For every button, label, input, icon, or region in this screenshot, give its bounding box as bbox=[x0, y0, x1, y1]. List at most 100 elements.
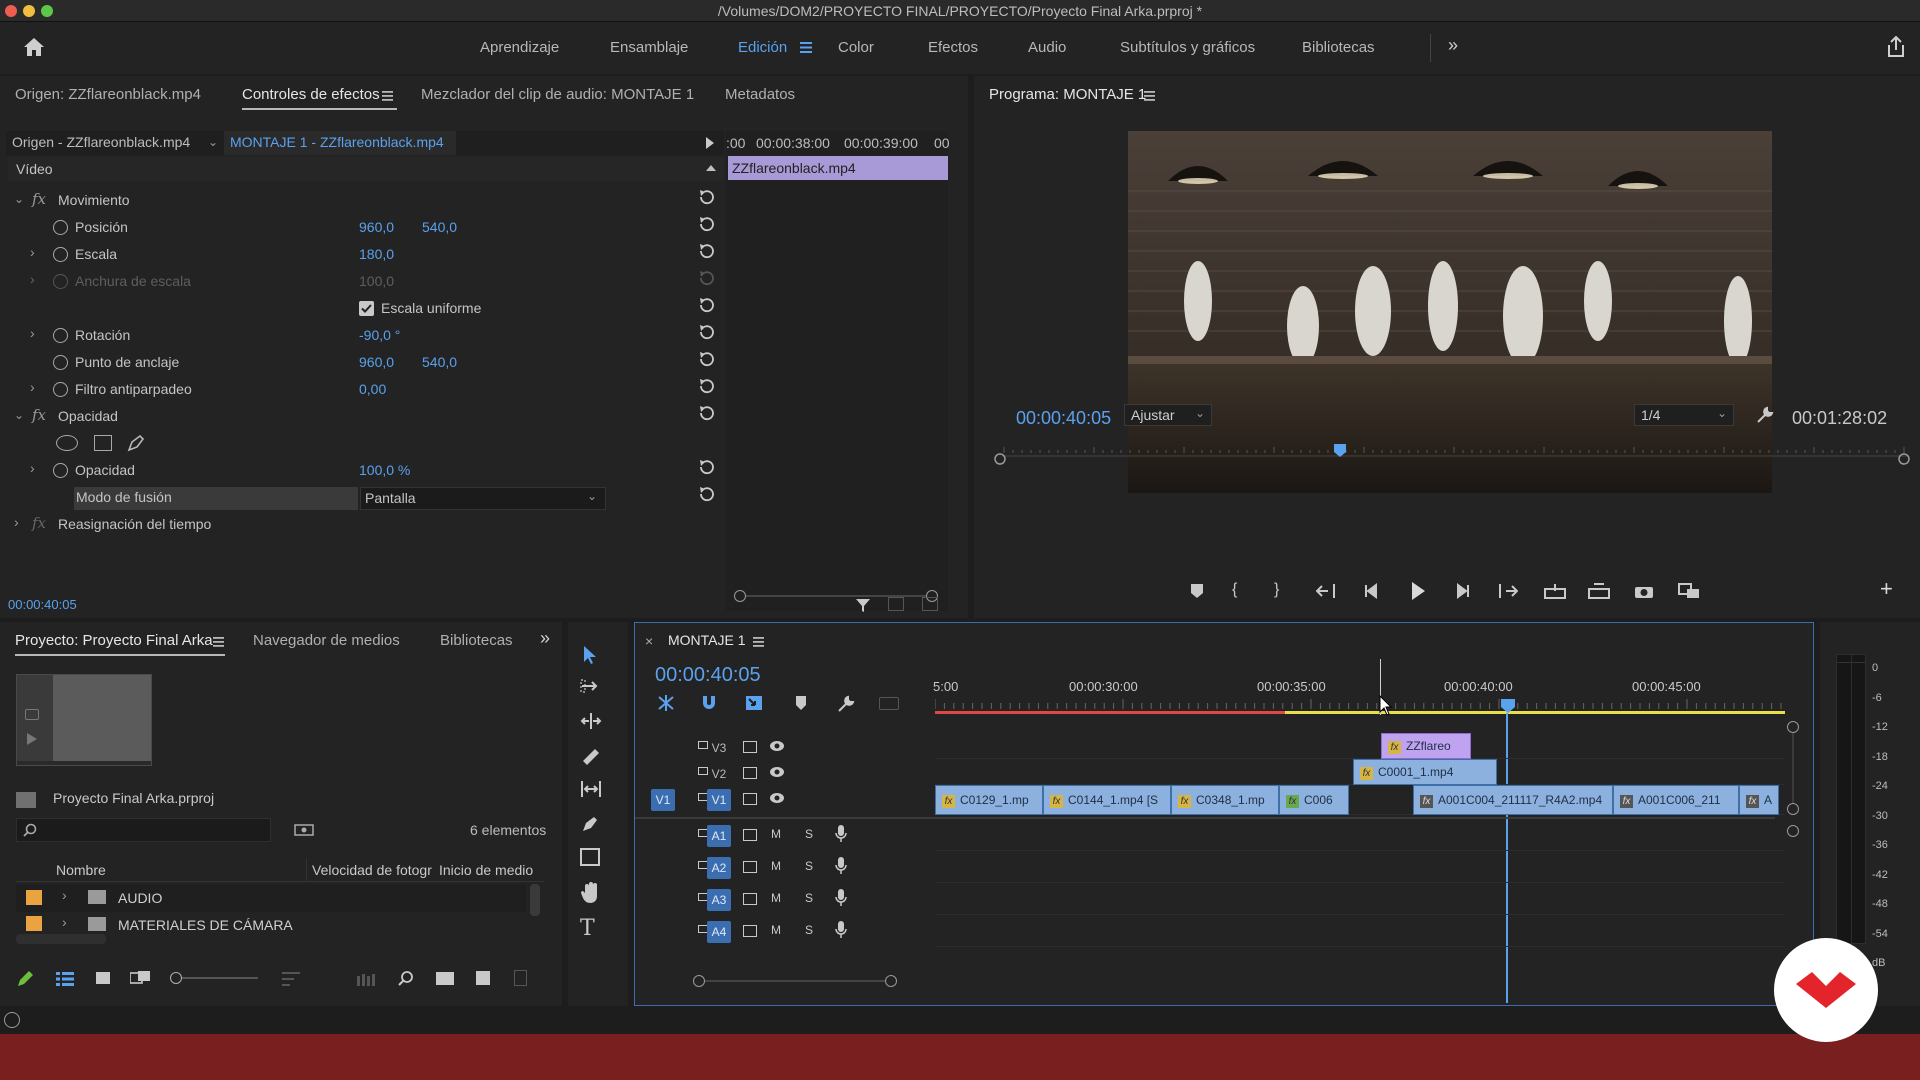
eye-icon[interactable] bbox=[769, 766, 785, 778]
step-back-icon[interactable] bbox=[1364, 583, 1380, 599]
marker-icon[interactable] bbox=[1190, 583, 1204, 599]
stopwatch-icon[interactable] bbox=[53, 328, 68, 343]
ripple-edit-tool-icon[interactable] bbox=[580, 712, 616, 742]
stopwatch-icon[interactable] bbox=[53, 382, 68, 397]
rectangle-mask-icon[interactable] bbox=[94, 435, 112, 451]
track-target-a2[interactable]: A2 bbox=[707, 857, 731, 879]
filter-icon[interactable] bbox=[855, 597, 871, 613]
sync-lock-icon[interactable] bbox=[743, 861, 757, 873]
stopwatch-icon[interactable] bbox=[53, 220, 68, 235]
workspace-subtitulos[interactable]: Subtítulos y gráficos bbox=[1120, 39, 1255, 56]
pencil-icon[interactable] bbox=[16, 970, 34, 988]
program-scrubber[interactable] bbox=[994, 444, 1916, 466]
close-sequence-icon[interactable]: × bbox=[645, 633, 653, 649]
mark-out-icon[interactable]: } bbox=[1274, 581, 1279, 599]
microphone-icon[interactable] bbox=[835, 825, 847, 843]
tab-mezclador[interactable]: Mezclador del clip de audio: MONTAJE 1 bbox=[421, 86, 694, 103]
workspace-edicion[interactable]: Edición bbox=[738, 39, 787, 56]
reset-icon[interactable] bbox=[700, 352, 714, 367]
workspace-bibliotecas[interactable]: Bibliotecas bbox=[1302, 39, 1375, 56]
automate-icon[interactable] bbox=[357, 972, 375, 986]
chevron-right-icon[interactable]: › bbox=[62, 887, 67, 903]
pen-tool-icon[interactable] bbox=[580, 814, 616, 844]
go-to-out-icon[interactable] bbox=[1498, 583, 1518, 599]
collapse-icon[interactable] bbox=[706, 165, 716, 171]
sync-lock-icon[interactable] bbox=[743, 829, 757, 841]
project-thumbnail[interactable] bbox=[16, 674, 152, 766]
label-color-swatch[interactable] bbox=[26, 890, 42, 905]
workspace-ensamblaje[interactable]: Ensamblaje bbox=[610, 39, 688, 56]
track-target-a3[interactable]: A3 bbox=[707, 889, 731, 911]
snap-icon[interactable] bbox=[701, 695, 717, 711]
slip-tool-icon[interactable] bbox=[580, 780, 616, 810]
clip-v1[interactable]: fx C0348_1.mp bbox=[1171, 785, 1279, 815]
list-item[interactable]: › MATERIALES DE CÁMARA bbox=[16, 914, 526, 932]
solo-icon[interactable]: S bbox=[805, 891, 813, 905]
clip-v2[interactable]: fx C0001_1.mp4 bbox=[1353, 759, 1497, 785]
zoom-slider-handle[interactable] bbox=[170, 972, 182, 984]
effect-clip-bar[interactable]: ZZflareonblack.mp4 bbox=[728, 156, 948, 180]
camera-icon[interactable] bbox=[1634, 583, 1654, 599]
blend-mode-select[interactable]: Pantalla ⌄ bbox=[360, 487, 606, 510]
reset-icon[interactable] bbox=[700, 244, 714, 259]
sync-lock-icon[interactable] bbox=[743, 925, 757, 937]
track-target-v1[interactable]: V1 bbox=[707, 789, 731, 811]
track-select-tool-icon[interactable] bbox=[580, 678, 616, 708]
more-tabs-icon[interactable]: » bbox=[540, 628, 550, 649]
clip-v1[interactable]: fx C0144_1.mp4 [S bbox=[1043, 785, 1171, 815]
position-y-value[interactable]: 540,0 bbox=[422, 219, 457, 235]
compare-icon[interactable] bbox=[1678, 583, 1700, 599]
zoom-handle-left[interactable] bbox=[693, 975, 705, 987]
new-bin-icon[interactable] bbox=[436, 972, 454, 985]
home-icon[interactable] bbox=[22, 36, 46, 58]
column-velocidad[interactable]: Velocidad de fotogr bbox=[312, 862, 432, 878]
tab-navegador[interactable]: Navegador de medios bbox=[253, 632, 400, 649]
chevron-right-icon[interactable]: › bbox=[30, 379, 35, 395]
creative-cloud-icon[interactable] bbox=[4, 1012, 20, 1028]
reset-icon[interactable] bbox=[700, 190, 714, 205]
reset-icon[interactable] bbox=[700, 298, 714, 313]
wrench-icon[interactable] bbox=[837, 695, 855, 713]
tab-proyecto[interactable]: Proyecto: Proyecto Final Arka bbox=[15, 632, 213, 649]
list-item[interactable]: › AUDIO bbox=[16, 884, 526, 912]
program-timecode[interactable]: 00:00:40:05 bbox=[1016, 408, 1111, 429]
stopwatch-icon[interactable] bbox=[53, 247, 68, 262]
fit-select[interactable]: Ajustar ⌄ bbox=[1124, 404, 1212, 426]
new-item-icon[interactable] bbox=[476, 971, 490, 985]
zoom-handle-left[interactable] bbox=[734, 590, 746, 602]
tab-origen[interactable]: Origen: ZZflareonblack.mp4 bbox=[15, 86, 201, 103]
scroll-handle[interactable] bbox=[1787, 721, 1799, 733]
chevron-right-icon[interactable]: › bbox=[30, 244, 35, 260]
rotation-value[interactable]: -90,0 ° bbox=[359, 327, 400, 343]
effect-timecode[interactable]: 00:00:40:05 bbox=[8, 597, 77, 612]
chevron-right-icon[interactable]: › bbox=[30, 325, 35, 341]
panel-menu-icon[interactable] bbox=[1144, 91, 1155, 101]
microphone-icon[interactable] bbox=[835, 857, 847, 875]
ellipse-mask-icon[interactable] bbox=[56, 435, 78, 451]
chevron-right-icon[interactable]: › bbox=[62, 914, 67, 930]
expanded-chevron-icon[interactable]: ⌄ bbox=[14, 408, 24, 422]
scroll-handle[interactable] bbox=[1787, 803, 1799, 815]
opacity-value[interactable]: 100,0 % bbox=[359, 462, 410, 478]
mute-icon[interactable]: M bbox=[771, 891, 781, 905]
step-forward-icon[interactable] bbox=[1454, 583, 1470, 599]
reset-icon[interactable] bbox=[700, 217, 714, 232]
scroll-handle[interactable] bbox=[1787, 825, 1799, 837]
clip-v1[interactable]: fx A001C006_211 bbox=[1613, 785, 1739, 815]
extract-icon[interactable] bbox=[1588, 583, 1610, 599]
flicker-value[interactable]: 0,00 bbox=[359, 381, 386, 397]
sync-lock-icon[interactable] bbox=[743, 793, 757, 805]
reset-icon[interactable] bbox=[700, 271, 714, 286]
tab-controles-efectos[interactable]: Controles de efectos bbox=[242, 86, 380, 103]
clip-v1[interactable]: fx A bbox=[1739, 785, 1779, 815]
chevron-right-icon[interactable]: › bbox=[14, 514, 19, 530]
zoom-scrollbar[interactable] bbox=[705, 980, 885, 982]
more-workspaces-icon[interactable]: » bbox=[1448, 35, 1458, 56]
playhead-marker[interactable] bbox=[1501, 699, 1515, 713]
column-nombre[interactable]: Nombre bbox=[56, 862, 106, 878]
sync-lock-icon[interactable] bbox=[743, 767, 757, 779]
clip-v1[interactable]: fx C0129_1.mp bbox=[935, 785, 1043, 815]
sequence-clip-selector[interactable]: MONTAJE 1 - ZZflareonblack.mp4 bbox=[230, 134, 444, 150]
zoom-handle-right[interactable] bbox=[885, 975, 897, 987]
vertical-scrollbar[interactable] bbox=[1792, 733, 1794, 803]
